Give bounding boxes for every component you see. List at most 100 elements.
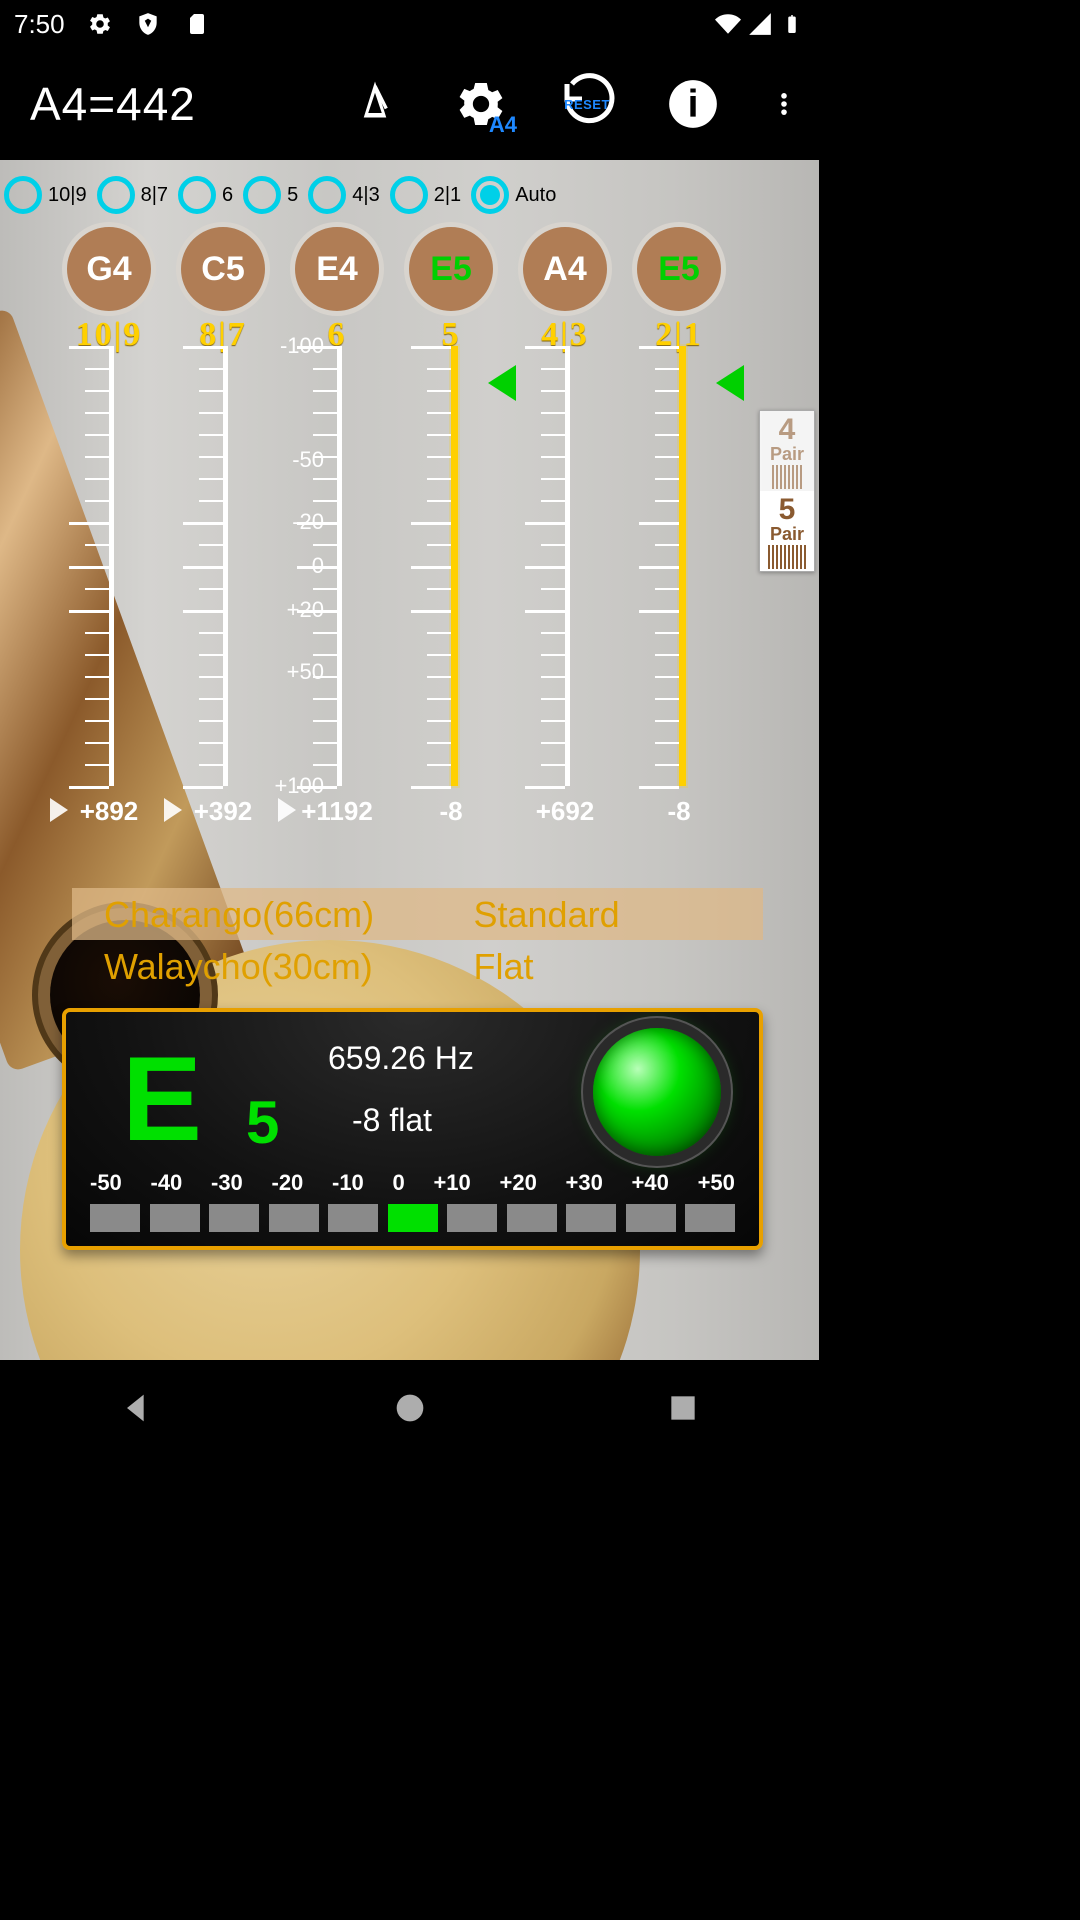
instrument-name: Charango(66cm) xyxy=(72,888,394,940)
home-button[interactable] xyxy=(390,1388,430,1428)
metronome-button[interactable] xyxy=(345,74,405,134)
tuner-scale-tick: +20 xyxy=(499,1170,536,1196)
tuner-box xyxy=(388,1204,438,1232)
wifi-icon xyxy=(715,11,741,37)
tuner-box xyxy=(90,1204,140,1232)
instrument-row[interactable]: Charango(66cm)Standard xyxy=(72,888,763,940)
tuner-scale-tick: -20 xyxy=(272,1170,304,1196)
reset-button[interactable]: RESET xyxy=(557,74,617,134)
gear-icon xyxy=(87,11,113,37)
tuner-scale-tick: -30 xyxy=(211,1170,243,1196)
recents-button[interactable] xyxy=(663,1388,703,1428)
gauge-1 xyxy=(176,346,270,786)
tuner-scale-tick: +50 xyxy=(698,1170,735,1196)
string-radio-2[interactable]: 6 xyxy=(178,176,233,214)
tuner-box xyxy=(685,1204,735,1232)
gauge-3: -100-50-200+20+50+100 xyxy=(404,346,498,786)
string-radio-6[interactable]: Auto xyxy=(471,176,556,214)
radio-label: 8|7 xyxy=(141,184,168,207)
radio-label: 5 xyxy=(287,184,298,207)
android-nav-bar xyxy=(0,1360,819,1456)
tuner-box xyxy=(566,1204,616,1232)
radio-icon xyxy=(243,176,281,214)
peg-A4[interactable]: A4 xyxy=(518,222,612,316)
action-bar: A4=442 A4 RESET i xyxy=(0,48,819,160)
svg-text:i: i xyxy=(688,83,699,126)
status-bar: 7:50 xyxy=(0,0,819,48)
cents-value: +892 xyxy=(62,796,156,827)
cents-value: -8 xyxy=(404,796,498,827)
string-picker-row: 10|9 8|7 6 5 4|3 2|1 Auto xyxy=(4,170,815,220)
string-radio-4[interactable]: 4|3 xyxy=(308,176,379,214)
radio-icon xyxy=(178,176,216,214)
tuner-scale-tick: +40 xyxy=(632,1170,669,1196)
peg-E5[interactable]: E5 xyxy=(632,222,726,316)
tuner-note: E xyxy=(122,1030,198,1168)
tuner-scale-tick: -10 xyxy=(332,1170,364,1196)
play-icon xyxy=(50,798,68,822)
peg-E4[interactable]: E4 xyxy=(290,222,384,316)
tuner-frequency: 659.26 Hz xyxy=(328,1040,474,1077)
pair-selector[interactable]: 4Pair5Pair xyxy=(759,410,815,572)
radio-icon xyxy=(4,176,42,214)
tuner-box xyxy=(209,1204,259,1232)
radio-icon xyxy=(471,176,509,214)
tuner-panel: E 5 659.26 Hz -8 flat -50-40-30-20-100+1… xyxy=(62,1008,763,1250)
overflow-menu-button[interactable] xyxy=(769,74,799,134)
radio-icon xyxy=(308,176,346,214)
peg-row: G4C5E4E5A4E5 xyxy=(62,222,779,316)
pair-option-4[interactable]: 4Pair xyxy=(760,411,814,491)
tuner-box xyxy=(626,1204,676,1232)
tuner-box xyxy=(447,1204,497,1232)
instrument-row[interactable]: Walaycho(30cm)Flat xyxy=(72,940,763,992)
tuner-led-indicator xyxy=(593,1028,721,1156)
sd-card-icon xyxy=(183,11,209,37)
tuner-box xyxy=(150,1204,200,1232)
info-button[interactable]: i xyxy=(663,74,723,134)
tuner-box xyxy=(507,1204,557,1232)
cents-value: +692 xyxy=(518,796,612,827)
instrument-tuning: Standard xyxy=(394,888,764,940)
tuner-scale-tick: +10 xyxy=(433,1170,470,1196)
settings-a4-button[interactable]: A4 xyxy=(451,74,511,134)
radio-icon xyxy=(97,176,135,214)
radio-icon xyxy=(390,176,428,214)
instrument-table[interactable]: Charango(66cm)StandardWalaycho(30cm)Flat xyxy=(72,888,763,992)
play-icon xyxy=(278,798,296,822)
cents-value: -8 xyxy=(632,796,726,827)
gauge-0 xyxy=(62,346,156,786)
tuner-box xyxy=(328,1204,378,1232)
peg-C5[interactable]: C5 xyxy=(176,222,270,316)
pair-option-5[interactable]: 5Pair xyxy=(760,491,814,571)
peg-E5[interactable]: E5 xyxy=(404,222,498,316)
status-time: 7:50 xyxy=(14,9,65,40)
reference-pitch-label: A4=442 xyxy=(30,77,196,131)
in-tune-arrow-icon xyxy=(716,365,744,401)
gauge-4 xyxy=(518,346,612,786)
instrument-tuning: Flat xyxy=(394,940,764,992)
radio-label: 6 xyxy=(222,184,233,207)
gauge-5 xyxy=(632,346,726,786)
string-radio-1[interactable]: 8|7 xyxy=(97,176,168,214)
instrument-name: Walaycho(30cm) xyxy=(72,940,394,992)
radio-label: 10|9 xyxy=(48,184,87,207)
peg-G4[interactable]: G4 xyxy=(62,222,156,316)
cents-value: +1192 xyxy=(290,796,384,827)
tuner-scale-row: -50-40-30-20-100+10+20+30+40+50 xyxy=(90,1170,735,1196)
string-radio-3[interactable]: 5 xyxy=(243,176,298,214)
cents-row: +892+392+1192-8+692-8 xyxy=(62,796,779,827)
radio-label: 2|1 xyxy=(434,184,461,207)
radio-label: Auto xyxy=(515,184,556,207)
tuner-scale-tick: -50 xyxy=(90,1170,122,1196)
tuner-scale-tick: 0 xyxy=(393,1170,405,1196)
string-radio-5[interactable]: 2|1 xyxy=(390,176,461,214)
cellular-icon xyxy=(747,11,773,37)
tuner-main-area: 10|98|7654|32|1Auto G4C5E4E5A4E5 10|98|7… xyxy=(0,160,819,1360)
back-button[interactable] xyxy=(117,1388,157,1428)
gauge-row: -100-50-200+20+50+100 xyxy=(62,346,779,816)
tuner-box-row xyxy=(90,1204,735,1232)
shield-icon xyxy=(135,11,161,37)
tuner-scale-tick: -40 xyxy=(151,1170,183,1196)
string-radio-0[interactable]: 10|9 xyxy=(4,176,87,214)
gauge-2 xyxy=(290,346,384,786)
